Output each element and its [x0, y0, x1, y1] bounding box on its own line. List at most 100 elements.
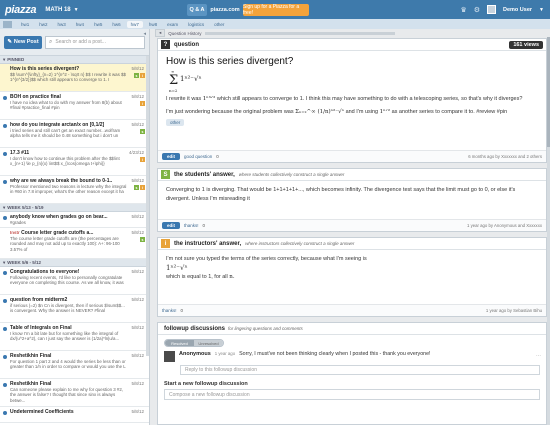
- feed-item[interactable]: Undetermined Coefficients 5/8/12: [0, 407, 149, 423]
- history-back-icon[interactable]: ◂: [155, 29, 166, 37]
- resolved-toggle[interactable]: Resolved Unresolved: [164, 339, 224, 347]
- feed-item[interactable]: Reshetikhin Final 5/8/12 Can someone ple…: [0, 379, 149, 407]
- followup-header: followup discussions for lingering quest…: [158, 323, 546, 335]
- feed-scrollbar[interactable]: [146, 56, 149, 356]
- folder-hw4[interactable]: hw4: [72, 21, 88, 28]
- thanks-button[interactable]: thanks!: [184, 223, 199, 228]
- unread-dot-icon: [3, 271, 7, 275]
- folder-hw6[interactable]: hw6: [108, 21, 124, 28]
- followup-item: Anonymous 1 year ago Sorry, I must've no…: [158, 351, 546, 365]
- folder-hw5[interactable]: hw5: [90, 21, 106, 28]
- feed-item[interactable]: question from midterm2 5/8/12 if serious…: [0, 295, 149, 323]
- inline-math: 1ⁿᐟ²: [379, 109, 391, 115]
- signup-button[interactable]: Sign up for a Piazza for a free!: [243, 3, 309, 16]
- user-avatar[interactable]: [487, 5, 496, 14]
- nav-piazza[interactable]: piazza.com: [210, 4, 239, 16]
- student-answer-body: Converging to 1 is diverging. That would…: [166, 187, 516, 202]
- post-column: ◂ Question History ? question 161 views …: [151, 29, 550, 425]
- followup-reply-input[interactable]: Reply to this followup discussion: [180, 365, 540, 375]
- feed-item[interactable]: 17.3 #11 4/23/12 I don't know how to con…: [0, 148, 149, 176]
- series-formula: ∞ Σ n=2 1ⁿ²⁻√ⁿ: [158, 67, 546, 95]
- chevron-down-icon[interactable]: ▼: [539, 7, 544, 13]
- feed-item[interactable]: Congratulations to everyone! 5/8/12 Foll…: [0, 267, 149, 295]
- feed-item-date: 5/8/12: [131, 325, 144, 330]
- question-history-label: Question History: [168, 30, 202, 36]
- nav-qa[interactable]: Q & A: [187, 3, 207, 16]
- group-week[interactable]: ▾ WEEK 5/6 - 5/12: [0, 259, 149, 267]
- class-name: MATH 18: [45, 6, 71, 13]
- feed-item[interactable]: How is this series divergent? 5/8/12 $$ …: [0, 64, 149, 92]
- text: which still appears to converge to 1. I …: [216, 96, 523, 102]
- settings-icon[interactable]: ⚙: [474, 6, 480, 14]
- feed-item[interactable]: Table of Integrals on Final 5/8/12 I kno…: [0, 323, 149, 351]
- inline-math: Σₙ₌₂^∞ (1/n)ⁿ²⁻√ⁿ: [295, 109, 345, 115]
- feed-item-snippet: I don't know how to continue this proble…: [10, 156, 120, 167]
- group-week[interactable]: ▾ WEEK 5/13 - 5/19: [0, 204, 149, 212]
- feed-item[interactable]: how do you integrate arctan/x on [0,1/2]…: [0, 120, 149, 148]
- feed-item-snippet: #grades: [10, 220, 26, 225]
- group-label: WEEK 5/13 - 5/19: [7, 205, 44, 210]
- feed-item[interactable]: anybody know when grades go on bear... 5…: [0, 212, 149, 228]
- folder-tag[interactable]: other: [166, 119, 185, 126]
- trophy-icon[interactable]: ♛: [460, 6, 466, 14]
- folder-hw2[interactable]: hw2: [35, 21, 51, 28]
- folder-hw8[interactable]: hw8: [145, 21, 161, 28]
- feed-item-date: 5/8/12: [131, 269, 144, 274]
- class-selector[interactable]: MATH 18 ▼: [42, 7, 82, 13]
- feed-item-date: 5/8/12: [131, 122, 144, 127]
- good-question-count: 0: [216, 154, 219, 159]
- thanks-button[interactable]: thanks!: [162, 308, 177, 313]
- piazza-logo[interactable]: piazza: [0, 4, 42, 16]
- unread-dot-icon: [3, 383, 7, 387]
- feed-item[interactable]: Reshetikhin Final 5/8/12 For question 1 …: [0, 351, 149, 379]
- group-pinned[interactable]: ▾ PINNED: [0, 56, 149, 64]
- unresolved-option[interactable]: Unresolved: [194, 340, 223, 346]
- folder-hw1[interactable]: hw1: [17, 21, 33, 28]
- student-answer-badge: s: [134, 73, 139, 78]
- folder-hw3[interactable]: hw3: [54, 21, 70, 28]
- username[interactable]: Demo User: [503, 7, 532, 13]
- folder-exam[interactable]: exam: [163, 21, 182, 28]
- student-answer-badge: s: [140, 237, 145, 242]
- folder-icon[interactable]: [3, 20, 12, 28]
- feed-item-date: 5/8/12: [131, 178, 144, 183]
- edit-button[interactable]: edit: [162, 222, 181, 229]
- compose-followup-input[interactable]: Compose a new followup discussion: [164, 389, 540, 400]
- chevron-down-icon: ▾: [3, 56, 6, 62]
- folder-logistics[interactable]: logistics: [184, 21, 208, 28]
- sum-term: 1ⁿ²⁻√ⁿ: [180, 75, 202, 83]
- inline-math: n.: [229, 274, 235, 280]
- feed-item-title: Undetermined Coefficients: [10, 409, 74, 415]
- student-answer-card: S the students' answer, where students c…: [157, 168, 547, 232]
- edit-button[interactable]: edit: [162, 153, 181, 160]
- search-input[interactable]: ⌕ Search or add a post...: [45, 35, 145, 49]
- student-answer-label: the students' answer,: [174, 171, 235, 178]
- instructor-answer-meta: 1 year ago by Sebastian Bihu: [485, 308, 542, 313]
- instructor-answer-badge: i: [140, 101, 145, 106]
- feed-item[interactable]: BOH on practice final 5/8/12 I have no i…: [0, 92, 149, 120]
- feed-item-snippet: if serious (=2) $n Cn is divergent, then…: [10, 303, 125, 314]
- feed-item-snippet: Professor mentioned two reasons in lectu…: [10, 184, 127, 195]
- more-options-icon[interactable]: ⋯: [536, 353, 541, 359]
- feed-item[interactable]: Instr Course letter grade cutoffs a... 5…: [0, 228, 149, 259]
- thanks-count: 0: [202, 223, 206, 228]
- question-meta: 6 months ago by Xxxxxxx and 2 others: [468, 154, 542, 159]
- feed-column: ◂ ✎ New Post ⌕ Search or add a post... ▾…: [0, 29, 150, 425]
- instructor-answer-card: i the instructors' answer, where instruc…: [157, 237, 547, 317]
- good-question-button[interactable]: good question: [184, 154, 212, 159]
- new-post-button[interactable]: ✎ New Post: [4, 35, 42, 49]
- history-slider[interactable]: [204, 31, 395, 35]
- text: which is equal to 1, for all: [166, 274, 228, 280]
- feed-item[interactable]: why are we always break the bound to 0-1…: [0, 176, 149, 204]
- unread-dot-icon: [3, 96, 7, 100]
- answer-badges: s: [140, 129, 145, 134]
- instructor-answer-label: the instructors' answer,: [174, 240, 242, 247]
- folder-bar: hw1 hw2 hw3 hw4 hw5 hw6 hw7 hw8 exam log…: [0, 19, 550, 29]
- group-label: PINNED: [7, 57, 25, 62]
- tag-row: other: [158, 117, 546, 128]
- resolved-option[interactable]: Resolved: [165, 340, 194, 346]
- collapse-icon[interactable]: ◂: [143, 31, 146, 37]
- folder-other[interactable]: other: [210, 21, 228, 28]
- views-badge: 161 views: [509, 40, 543, 49]
- folder-hw7[interactable]: hw7: [126, 20, 143, 28]
